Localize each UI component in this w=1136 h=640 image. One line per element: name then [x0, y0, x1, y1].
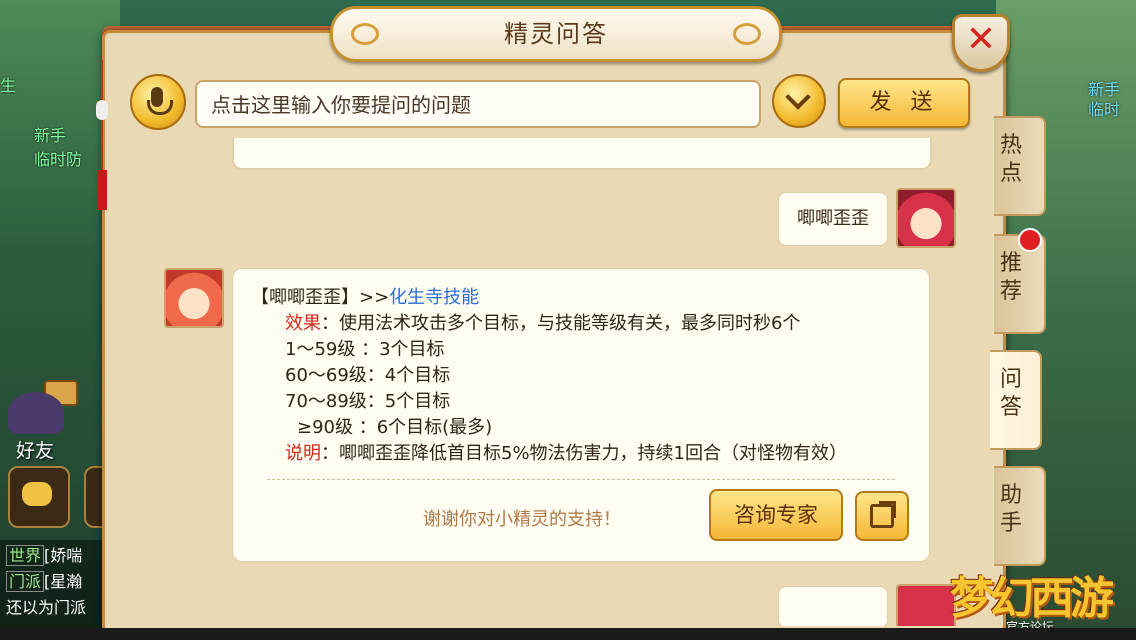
chat-log[interactable]: 世界 [娇喘 门派 [星瀚 还以为门派 [0, 540, 110, 640]
note-text: ：唧唧歪歪降低首目标5%物法伤害力，持续1回合（对怪物有效） [321, 443, 848, 464]
effect-text: ：使用法术攻击多个目标，与技能等级有关，最多同时秒6个 [321, 313, 801, 334]
answer-topic-prefix: 【唧唧歪歪】>> [251, 287, 390, 308]
chat-button[interactable] [8, 466, 70, 528]
chat-text: [星瀚 [44, 572, 83, 591]
tab-label: 问答 [1000, 367, 1023, 420]
close-icon: ✕ [965, 19, 997, 60]
target-row: ≥90级 ：6个目标(最多) [297, 417, 493, 438]
tab-label: 助手 [1000, 483, 1023, 536]
tab-qa[interactable]: 问答 [990, 350, 1042, 450]
bg-label: 临时防 [34, 150, 83, 169]
sprite-avatar [164, 268, 224, 328]
game-logo: 梦幻西游 官方论坛 [946, 562, 1132, 638]
chat-bubble-icon [22, 482, 52, 506]
friend-label: 好友 [16, 440, 55, 462]
bg-label: 新手 [34, 126, 67, 145]
bg-label: 生 [0, 76, 17, 95]
share-button[interactable] [855, 491, 909, 541]
thanks-text: 谢谢你对小精灵的支持！ [423, 509, 621, 530]
chevron-down-icon [785, 84, 811, 110]
note-label: 说明 [285, 443, 321, 464]
chat-text: [娇喘 [44, 546, 83, 565]
title-plate: 精灵问答 [330, 6, 782, 62]
user-message-bubble: 唧唧歪歪 [778, 192, 888, 246]
tab-recommend[interactable]: 推荐 [994, 228, 1046, 334]
next-message-bubble [778, 586, 888, 626]
tab-hot[interactable]: 热点 [994, 116, 1046, 216]
tab-label: 热点 [1000, 133, 1023, 186]
effect-line: 效果：使用法术攻击多个目标，与技能等级有关，最多同时秒6个 [285, 309, 800, 335]
question-input-box[interactable] [195, 80, 761, 128]
chat-channel: 世界 [6, 545, 45, 566]
bg-label: 临时 [1088, 100, 1121, 119]
divider [267, 479, 895, 481]
consult-expert-button[interactable]: 咨询专家 [709, 489, 843, 541]
target-row: 1～59级 ：3个目标 [285, 339, 445, 360]
chat-channel: 门派 [6, 571, 45, 592]
target-row: 60～69级：4个目标 [285, 365, 451, 386]
friend-button[interactable]: 好友 [2, 378, 78, 464]
history-dropdown-button[interactable] [772, 74, 826, 128]
answer-card: 【唧唧歪歪】>>化生寺技能 效果：使用法术攻击多个目标，与技能等级有关，最多同时… [232, 268, 930, 562]
chat-text: 还以为门派 [6, 598, 87, 617]
page-title: 精灵问答 [504, 20, 608, 48]
bottom-status-bar [0, 628, 1136, 640]
avatar [8, 392, 64, 434]
voice-input-button[interactable] [130, 74, 186, 130]
target-row: 70～89级：5个目标 [285, 391, 451, 412]
user-avatar [896, 188, 956, 248]
send-button[interactable]: 发 送 [838, 78, 970, 128]
tassel-decoration [96, 60, 108, 210]
tab-label: 推荐 [1000, 251, 1023, 304]
topic-link[interactable]: 化生寺技能 [389, 287, 479, 308]
question-input[interactable] [209, 82, 749, 128]
effect-label: 效果 [285, 313, 321, 334]
previous-message-card [232, 138, 932, 170]
close-button[interactable]: ✕ [952, 14, 1010, 72]
logo-text: 梦幻西游 [950, 573, 1114, 624]
note-line: 说明：唧唧歪歪降低首目标5%物法伤害力，持续1回合（对怪物有效） [285, 439, 847, 465]
tab-assistant[interactable]: 助手 [994, 466, 1046, 566]
conversation-area[interactable]: 唧唧歪歪 【唧唧歪歪】>>化生寺技能 效果：使用法术攻击多个目标，与技能等级有关… [128, 138, 968, 626]
notification-badge [1018, 228, 1042, 252]
answer-topic-line: 【唧唧歪歪】>>化生寺技能 [251, 283, 479, 309]
